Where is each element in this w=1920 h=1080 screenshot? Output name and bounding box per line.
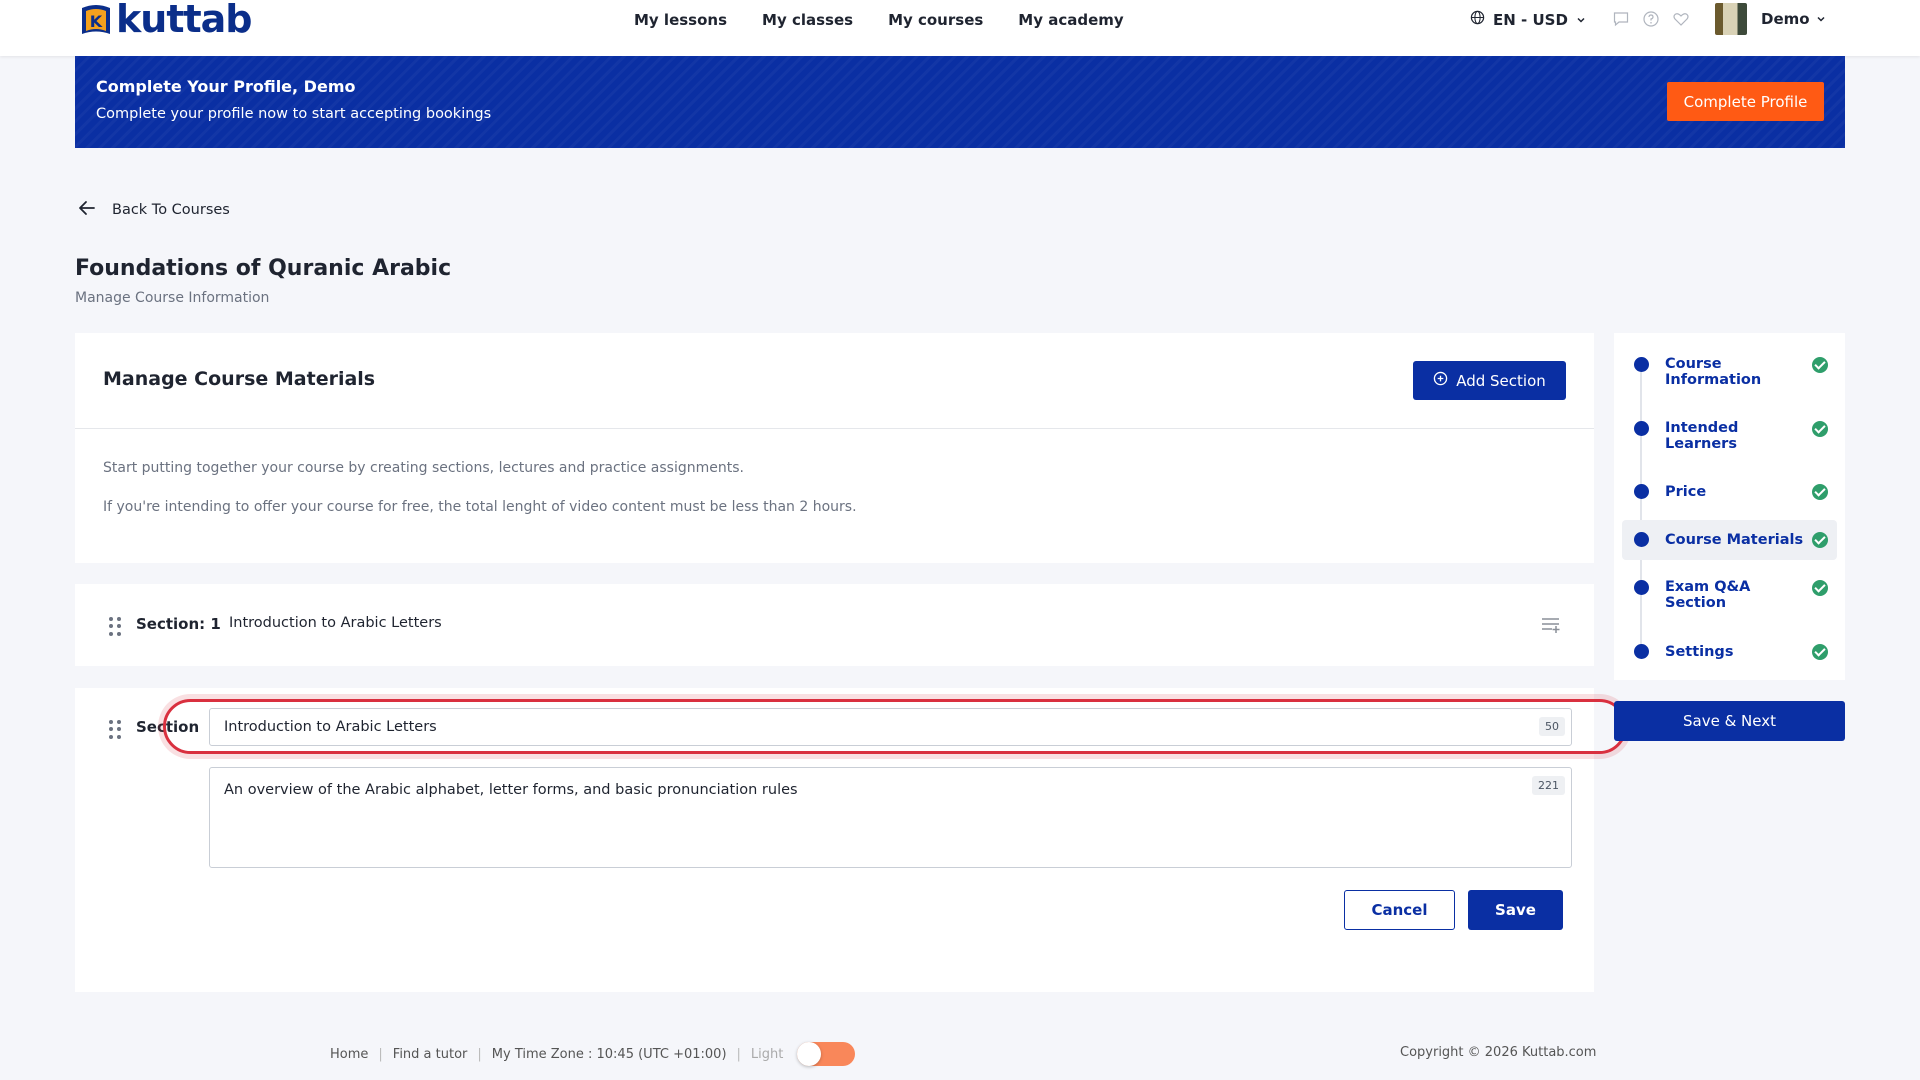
step-label: Exam Q&A Section (1665, 579, 1751, 611)
description-char-counter: 221 (1532, 776, 1565, 795)
nav-my-courses[interactable]: My courses (888, 11, 983, 29)
edit-section-card: Section 50 An overview of the Arabic alp… (75, 688, 1627, 992)
step-label: Settings (1665, 644, 1734, 660)
course-steps-sidebar: Course Information Intended Learners Pri… (1614, 333, 1845, 680)
theme-label: Light (750, 1046, 784, 1062)
step-label: Price (1665, 484, 1707, 500)
avatar[interactable] (1715, 3, 1747, 35)
user-menu[interactable]: Demo (1761, 10, 1826, 28)
step-dot-icon (1634, 357, 1649, 372)
footer-home-link[interactable]: Home (330, 1047, 368, 1062)
cancel-button[interactable]: Cancel (1344, 890, 1455, 930)
nav-my-academy[interactable]: My academy (1018, 11, 1123, 29)
chevron-down-icon (1576, 11, 1586, 29)
back-to-courses-link[interactable]: Back To Courses (78, 200, 230, 220)
check-circle-icon (1812, 421, 1828, 437)
info-text-2: If you're intending to offer your course… (103, 499, 857, 515)
nav-my-classes[interactable]: My classes (762, 11, 853, 29)
messages-icon[interactable] (1612, 10, 1630, 32)
section-title-input[interactable] (209, 708, 1572, 746)
check-circle-icon (1812, 580, 1828, 596)
section-row: Section: 1 Introduction to Arabic Letter… (75, 584, 1594, 666)
logo-letter: K (90, 12, 103, 31)
add-section-button[interactable]: Add Section (1413, 361, 1566, 400)
complete-profile-banner: Complete Your Profile, Demo Complete you… (75, 56, 1845, 148)
check-circle-icon (1812, 357, 1828, 373)
logo[interactable]: K kuttab (78, 0, 252, 40)
language-label: EN - USD (1493, 10, 1568, 29)
header-icons (1612, 10, 1690, 32)
footer-find-tutor-link[interactable]: Find a tutor (393, 1047, 468, 1062)
theme-toggle[interactable] (797, 1042, 856, 1066)
help-icon[interactable] (1642, 10, 1660, 32)
step-label: Intended Learners (1665, 420, 1739, 452)
card-heading: Manage Course Materials (103, 368, 376, 390)
main-nav: My lessons My classes My courses My acad… (634, 11, 1124, 29)
step-price[interactable]: Price (1622, 480, 1837, 504)
add-section-label: Add Section (1456, 371, 1546, 390)
footer-separator: | (477, 1046, 482, 1062)
arrow-left-icon (78, 200, 96, 220)
language-currency-selector[interactable]: EN - USD (1470, 10, 1586, 29)
check-circle-icon (1812, 644, 1828, 660)
section-title: Introduction to Arabic Letters (229, 615, 442, 631)
save-button[interactable]: Save (1468, 890, 1563, 930)
step-exam-qa-section[interactable]: Exam Q&A Section (1622, 576, 1837, 616)
nav-my-lessons[interactable]: My lessons (634, 11, 727, 29)
info-text-1: Start putting together your course by cr… (103, 460, 744, 476)
banner-subtitle: Complete your profile now to start accep… (96, 106, 492, 122)
footer-links: Home | Find a tutor | My Time Zone : 10:… (330, 1042, 856, 1066)
footer-separator: | (736, 1046, 741, 1062)
manage-materials-card: Manage Course Materials Add Section Star… (75, 333, 1594, 563)
check-circle-icon (1812, 532, 1828, 548)
logo-text: kuttab (116, 0, 252, 41)
banner-title: Complete Your Profile, Demo (96, 77, 356, 96)
step-dot-icon (1634, 644, 1649, 659)
step-dot-icon (1634, 484, 1649, 499)
page-subtitle: Manage Course Information (75, 290, 270, 306)
step-course-materials[interactable]: Course Materials (1622, 520, 1837, 560)
globe-icon (1470, 10, 1485, 29)
plus-circle-icon (1433, 371, 1448, 390)
step-label: Course Information (1665, 356, 1762, 388)
section-number-label: Section: 1 (136, 615, 221, 633)
footer-copyright: Copyright © 2026 Kuttab.com (1400, 1045, 1597, 1060)
page-title: Foundations of Quranic Arabic (75, 256, 452, 281)
check-circle-icon (1812, 484, 1828, 500)
footer-separator: | (378, 1046, 383, 1062)
step-intended-learners[interactable]: Intended Learners (1622, 417, 1837, 457)
logo-mark-icon: K (78, 2, 114, 38)
complete-profile-button[interactable]: Complete Profile (1667, 82, 1824, 121)
favorites-heart-icon[interactable] (1672, 10, 1690, 32)
drag-handle-icon[interactable] (109, 617, 121, 637)
step-settings[interactable]: Settings (1622, 640, 1837, 664)
step-dot-icon (1634, 421, 1649, 436)
card-header: Manage Course Materials Add Section (75, 333, 1594, 429)
step-dot-icon (1634, 532, 1649, 547)
back-to-courses-label: Back To Courses (112, 202, 230, 218)
step-dot-icon (1634, 580, 1649, 595)
section-description-textarea[interactable]: An overview of the Arabic alphabet, lett… (209, 767, 1572, 868)
top-header: K kuttab My lessons My classes My course… (0, 0, 1920, 56)
step-course-information[interactable]: Course Information (1622, 353, 1837, 393)
add-content-menu-icon[interactable] (1541, 616, 1561, 638)
user-name: Demo (1761, 10, 1810, 28)
footer-timezone: My Time Zone : 10:45 (UTC +01:00) (491, 1046, 727, 1062)
chevron-down-icon (1816, 10, 1826, 28)
title-char-counter: 50 (1539, 717, 1565, 736)
step-label: Course Materials (1665, 532, 1804, 548)
drag-handle-icon[interactable] (109, 720, 121, 740)
save-and-next-button[interactable]: Save & Next (1614, 701, 1845, 741)
